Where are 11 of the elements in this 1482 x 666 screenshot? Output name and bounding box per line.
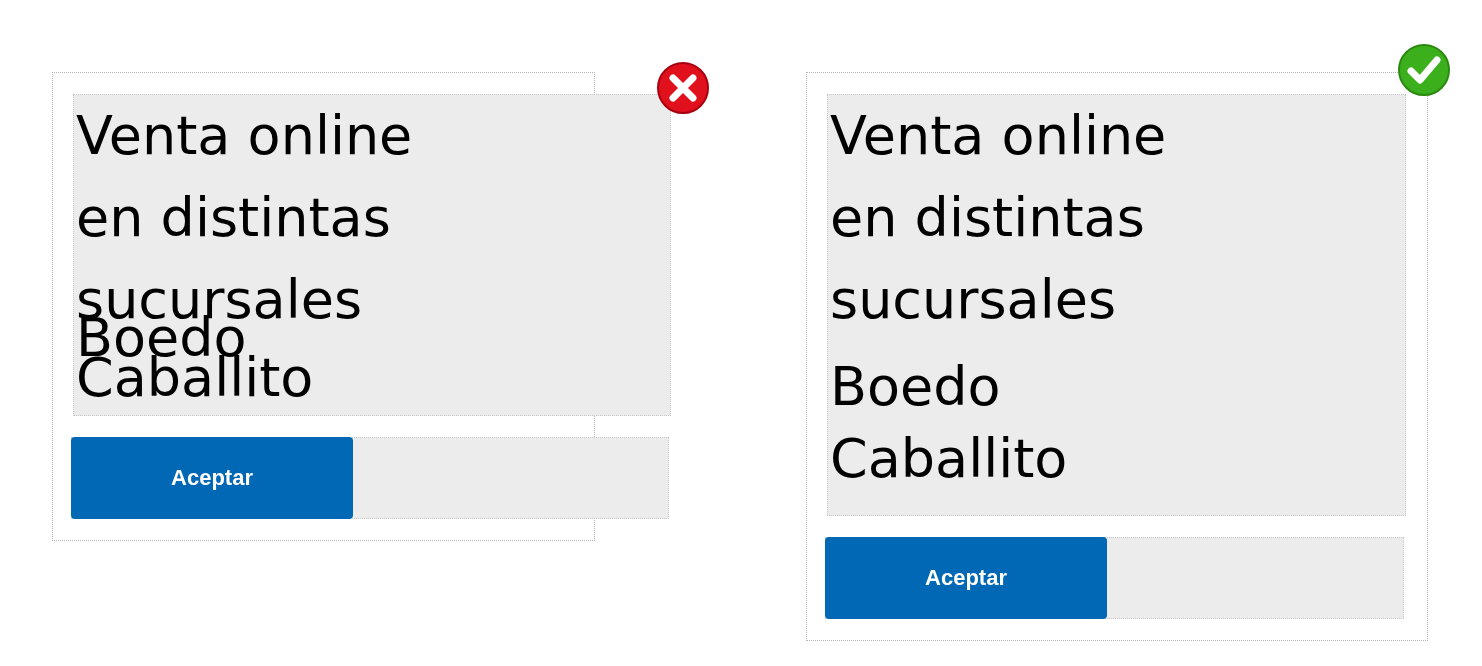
branch-name: Caballito — [830, 426, 1068, 492]
error-icon — [656, 61, 710, 115]
accept-button[interactable]: Aceptar — [825, 537, 1107, 619]
heading-line: Venta online — [76, 105, 413, 167]
checkmark-icon — [1397, 43, 1451, 97]
heading-line: Venta online — [830, 105, 1167, 167]
heading-line: en distintas — [76, 187, 391, 249]
accept-button[interactable]: Aceptar — [71, 437, 353, 519]
heading-line: sucursales — [830, 269, 1117, 331]
branch-name: Boedo — [830, 354, 1001, 420]
heading-line: en distintas — [830, 187, 1145, 249]
